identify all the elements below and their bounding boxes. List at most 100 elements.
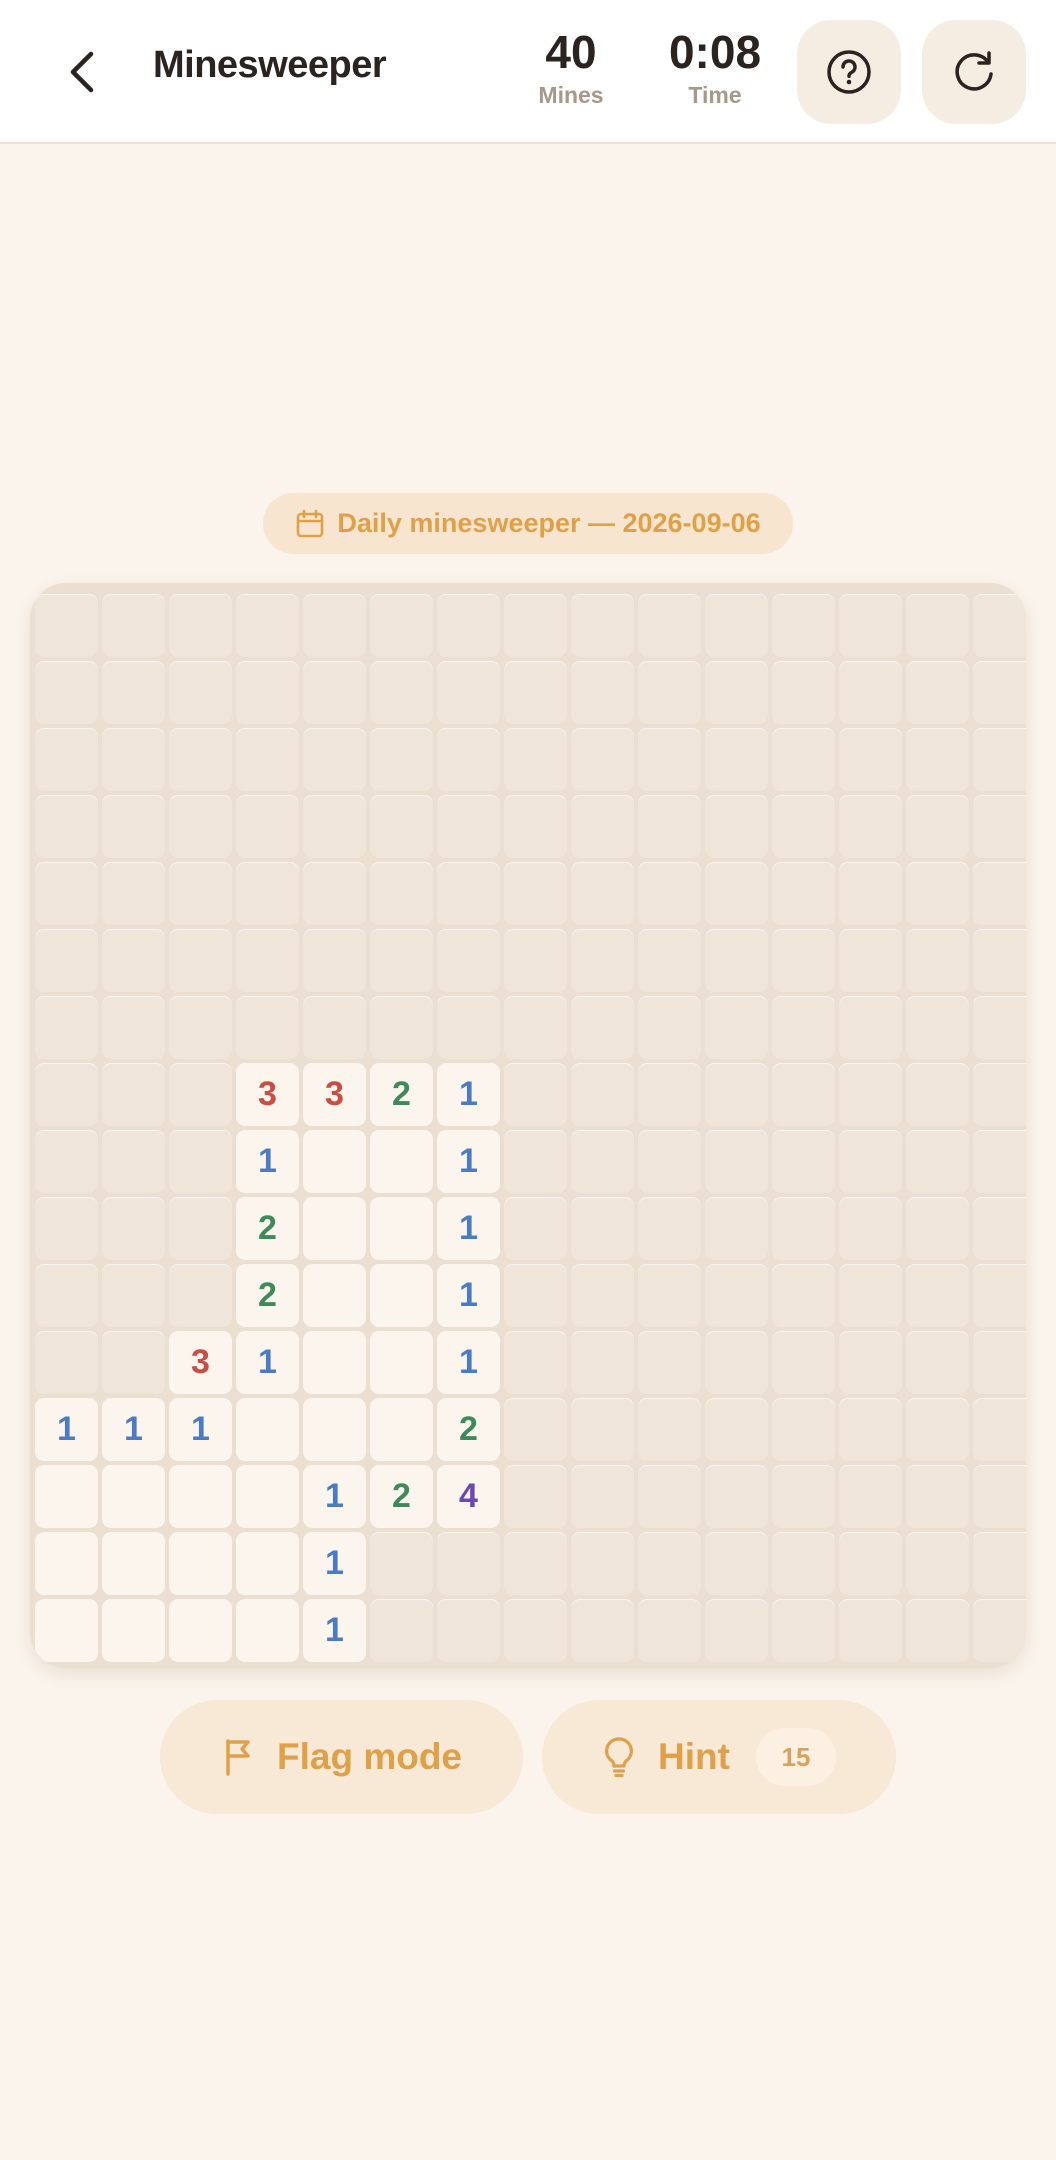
hidden-cell[interactable] [571, 1398, 634, 1461]
hidden-cell[interactable] [504, 1130, 567, 1193]
revealed-number-cell[interactable]: 1 [303, 1532, 366, 1595]
hidden-cell[interactable] [169, 929, 232, 992]
hidden-cell[interactable] [571, 1465, 634, 1528]
hidden-cell[interactable] [705, 1465, 768, 1528]
hidden-cell[interactable] [370, 728, 433, 791]
revealed-number-cell[interactable]: 4 [437, 1465, 500, 1528]
hidden-cell[interactable] [169, 728, 232, 791]
hidden-cell[interactable] [705, 1197, 768, 1260]
hidden-cell[interactable] [839, 1331, 902, 1394]
revealed-number-cell[interactable]: 1 [102, 1398, 165, 1461]
hidden-cell[interactable] [571, 1532, 634, 1595]
hidden-cell[interactable] [839, 594, 902, 657]
hidden-cell[interactable] [504, 1398, 567, 1461]
revealed-empty-cell[interactable] [35, 1599, 98, 1662]
hidden-cell[interactable] [973, 996, 1026, 1059]
revealed-empty-cell[interactable] [102, 1599, 165, 1662]
revealed-number-cell[interactable]: 1 [437, 1197, 500, 1260]
hidden-cell[interactable] [437, 862, 500, 925]
hidden-cell[interactable] [705, 1063, 768, 1126]
hidden-cell[interactable] [504, 1465, 567, 1528]
hidden-cell[interactable] [839, 1063, 902, 1126]
hidden-cell[interactable] [35, 1197, 98, 1260]
hidden-cell[interactable] [35, 1130, 98, 1193]
hidden-cell[interactable] [303, 661, 366, 724]
revealed-empty-cell[interactable] [370, 1197, 433, 1260]
revealed-number-cell[interactable]: 1 [437, 1264, 500, 1327]
hidden-cell[interactable] [906, 795, 969, 858]
revealed-empty-cell[interactable] [236, 1532, 299, 1595]
hidden-cell[interactable] [772, 1532, 835, 1595]
hidden-cell[interactable] [638, 1398, 701, 1461]
flag-mode-button[interactable]: Flag mode [160, 1700, 523, 1814]
hidden-cell[interactable] [504, 862, 567, 925]
hidden-cell[interactable] [705, 795, 768, 858]
revealed-number-cell[interactable]: 3 [236, 1063, 299, 1126]
hidden-cell[interactable] [906, 728, 969, 791]
hidden-cell[interactable] [236, 929, 299, 992]
hidden-cell[interactable] [102, 661, 165, 724]
hidden-cell[interactable] [906, 1398, 969, 1461]
hidden-cell[interactable] [504, 594, 567, 657]
hidden-cell[interactable] [370, 795, 433, 858]
hidden-cell[interactable] [705, 1599, 768, 1662]
hidden-cell[interactable] [839, 1599, 902, 1662]
hidden-cell[interactable] [705, 661, 768, 724]
revealed-empty-cell[interactable] [303, 1398, 366, 1461]
revealed-number-cell[interactable]: 1 [303, 1465, 366, 1528]
hidden-cell[interactable] [839, 1465, 902, 1528]
hidden-cell[interactable] [705, 594, 768, 657]
hidden-cell[interactable] [705, 862, 768, 925]
hidden-cell[interactable] [571, 862, 634, 925]
hidden-cell[interactable] [437, 996, 500, 1059]
hidden-cell[interactable] [906, 1599, 969, 1662]
revealed-number-cell[interactable]: 1 [236, 1331, 299, 1394]
revealed-empty-cell[interactable] [303, 1130, 366, 1193]
hidden-cell[interactable] [35, 996, 98, 1059]
hidden-cell[interactable] [906, 1532, 969, 1595]
hidden-cell[interactable] [638, 661, 701, 724]
hidden-cell[interactable] [35, 862, 98, 925]
hidden-cell[interactable] [236, 594, 299, 657]
hidden-cell[interactable] [772, 1331, 835, 1394]
hidden-cell[interactable] [839, 1264, 902, 1327]
help-button[interactable] [797, 20, 901, 124]
hidden-cell[interactable] [437, 1532, 500, 1595]
hidden-cell[interactable] [772, 661, 835, 724]
hidden-cell[interactable] [906, 1465, 969, 1528]
hidden-cell[interactable] [772, 1398, 835, 1461]
hidden-cell[interactable] [705, 1264, 768, 1327]
hidden-cell[interactable] [839, 929, 902, 992]
hidden-cell[interactable] [370, 929, 433, 992]
revealed-empty-cell[interactable] [303, 1331, 366, 1394]
revealed-empty-cell[interactable] [169, 1599, 232, 1662]
hidden-cell[interactable] [169, 1130, 232, 1193]
revealed-empty-cell[interactable] [169, 1465, 232, 1528]
hidden-cell[interactable] [303, 929, 366, 992]
back-button[interactable] [52, 40, 112, 104]
hidden-cell[interactable] [839, 1398, 902, 1461]
revealed-empty-cell[interactable] [102, 1465, 165, 1528]
hidden-cell[interactable] [906, 594, 969, 657]
hidden-cell[interactable] [839, 1130, 902, 1193]
hidden-cell[interactable] [370, 996, 433, 1059]
revealed-number-cell[interactable]: 2 [437, 1398, 500, 1461]
hidden-cell[interactable] [705, 1532, 768, 1595]
hidden-cell[interactable] [973, 661, 1026, 724]
hidden-cell[interactable] [772, 594, 835, 657]
hidden-cell[interactable] [906, 862, 969, 925]
hidden-cell[interactable] [839, 1197, 902, 1260]
hidden-cell[interactable] [504, 1063, 567, 1126]
revealed-empty-cell[interactable] [303, 1197, 366, 1260]
hidden-cell[interactable] [437, 1599, 500, 1662]
hidden-cell[interactable] [973, 594, 1026, 657]
revealed-number-cell[interactable]: 2 [370, 1465, 433, 1528]
hidden-cell[interactable] [303, 728, 366, 791]
hidden-cell[interactable] [35, 929, 98, 992]
hidden-cell[interactable] [973, 795, 1026, 858]
hidden-cell[interactable] [906, 1130, 969, 1193]
hidden-cell[interactable] [638, 1465, 701, 1528]
hidden-cell[interactable] [839, 1532, 902, 1595]
hidden-cell[interactable] [705, 1331, 768, 1394]
revealed-empty-cell[interactable] [169, 1532, 232, 1595]
